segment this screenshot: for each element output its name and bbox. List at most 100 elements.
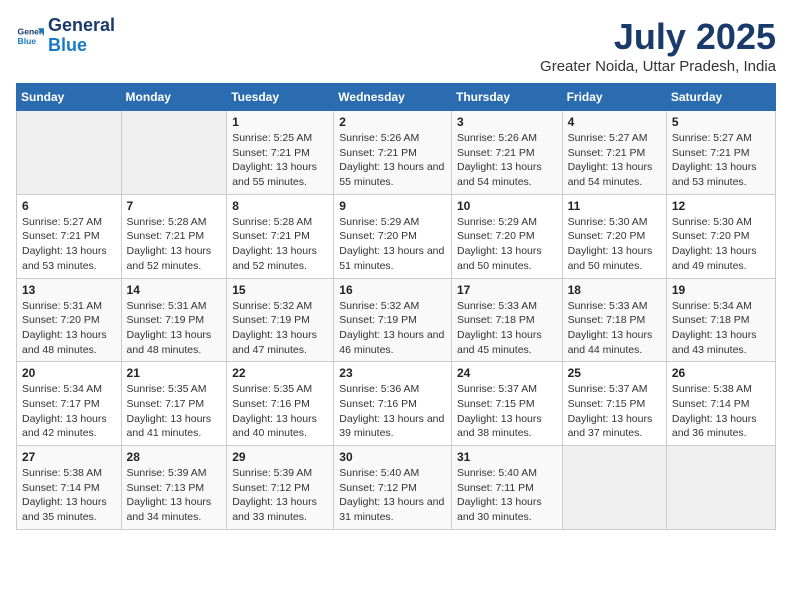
header-monday: Monday — [121, 84, 227, 111]
day-number: 11 — [568, 199, 661, 213]
day-info: Sunrise: 5:37 AM Sunset: 7:15 PM Dayligh… — [568, 382, 661, 441]
calendar-day-cell: 6Sunrise: 5:27 AM Sunset: 7:21 PM Daylig… — [17, 194, 122, 278]
day-info: Sunrise: 5:32 AM Sunset: 7:19 PM Dayligh… — [339, 299, 446, 358]
day-info: Sunrise: 5:33 AM Sunset: 7:18 PM Dayligh… — [457, 299, 557, 358]
page-header: General Blue General Blue July 2025 Grea… — [16, 16, 776, 75]
day-info: Sunrise: 5:38 AM Sunset: 7:14 PM Dayligh… — [672, 382, 770, 441]
day-info: Sunrise: 5:35 AM Sunset: 7:16 PM Dayligh… — [232, 382, 328, 441]
day-info: Sunrise: 5:31 AM Sunset: 7:20 PM Dayligh… — [22, 299, 116, 358]
day-number: 6 — [22, 199, 116, 213]
calendar-week-row: 1 Sunrise: 5:25 AM Sunset: 7:21 PM Daylig… — [17, 111, 776, 195]
calendar-day-cell — [666, 446, 775, 530]
day-info: Sunrise: 5:29 AM Sunset: 7:20 PM Dayligh… — [339, 215, 446, 274]
month-year-title: July 2025 — [540, 16, 776, 58]
day-number: 31 — [457, 450, 557, 464]
day-number: 17 — [457, 283, 557, 297]
day-number: 15 — [232, 283, 328, 297]
day-number: 5 — [672, 115, 770, 129]
header-tuesday: Tuesday — [227, 84, 334, 111]
calendar-week-row: 27 Sunrise: 5:38 AM Sunset: 7:14 PM Dayli… — [17, 446, 776, 530]
header-friday: Friday — [562, 84, 666, 111]
day-number: 23 — [339, 366, 446, 380]
day-number: 8 — [232, 199, 328, 213]
day-number: 30 — [339, 450, 446, 464]
calendar-day-cell: 27 Sunrise: 5:38 AM Sunset: 7:14 PM Dayli… — [17, 446, 122, 530]
day-info: Sunrise: 5:26 AM Sunset: 7:21 PM Dayligh… — [339, 131, 446, 190]
calendar-day-cell: 19Sunrise: 5:34 AM Sunset: 7:18 PM Dayli… — [666, 278, 775, 362]
calendar-table: Sunday Monday Tuesday Wednesday Thursday… — [16, 83, 776, 530]
calendar-day-cell: 26Sunrise: 5:38 AM Sunset: 7:14 PM Dayli… — [666, 362, 775, 446]
day-info: Sunrise: 5:37 AM Sunset: 7:15 PM Dayligh… — [457, 382, 557, 441]
calendar-day-cell: 11 Sunrise: 5:30 AM Sunset: 7:20 PM Dayli… — [562, 194, 666, 278]
calendar-week-row: 13Sunrise: 5:31 AM Sunset: 7:20 PM Dayli… — [17, 278, 776, 362]
header-thursday: Thursday — [451, 84, 562, 111]
calendar-body: 1 Sunrise: 5:25 AM Sunset: 7:21 PM Daylig… — [17, 111, 776, 530]
day-number: 20 — [22, 366, 116, 380]
day-info: Sunrise: 5:39 AM Sunset: 7:13 PM Dayligh… — [127, 466, 222, 525]
logo-blue: Blue — [48, 36, 115, 56]
day-info: Sunrise: 5:40 AM Sunset: 7:11 PM Dayligh… — [457, 466, 557, 525]
calendar-day-cell: 17 Sunrise: 5:33 AM Sunset: 7:18 PM Dayli… — [451, 278, 562, 362]
calendar-day-cell: 20Sunrise: 5:34 AM Sunset: 7:17 PM Dayli… — [17, 362, 122, 446]
calendar-day-cell: 9 Sunrise: 5:29 AM Sunset: 7:20 PM Daylig… — [334, 194, 452, 278]
calendar-day-cell: 23 Sunrise: 5:36 AM Sunset: 7:16 PM Dayli… — [334, 362, 452, 446]
day-info: Sunrise: 5:29 AM Sunset: 7:20 PM Dayligh… — [457, 215, 557, 274]
calendar-day-cell: 4 Sunrise: 5:27 AM Sunset: 7:21 PM Daylig… — [562, 111, 666, 195]
logo-general: General — [48, 16, 115, 36]
day-info: Sunrise: 5:28 AM Sunset: 7:21 PM Dayligh… — [127, 215, 222, 274]
day-info: Sunrise: 5:40 AM Sunset: 7:12 PM Dayligh… — [339, 466, 446, 525]
day-info: Sunrise: 5:26 AM Sunset: 7:21 PM Dayligh… — [457, 131, 557, 190]
day-info: Sunrise: 5:38 AM Sunset: 7:14 PM Dayligh… — [22, 466, 116, 525]
day-info: Sunrise: 5:28 AM Sunset: 7:21 PM Dayligh… — [232, 215, 328, 274]
day-number: 21 — [127, 366, 222, 380]
calendar-day-cell — [562, 446, 666, 530]
calendar-day-cell: 31 Sunrise: 5:40 AM Sunset: 7:11 PM Dayli… — [451, 446, 562, 530]
day-number: 14 — [127, 283, 222, 297]
location-subtitle: Greater Noida, Uttar Pradesh, India — [540, 58, 776, 75]
day-number: 22 — [232, 366, 328, 380]
day-info: Sunrise: 5:25 AM Sunset: 7:21 PM Dayligh… — [232, 131, 328, 190]
day-info: Sunrise: 5:27 AM Sunset: 7:21 PM Dayligh… — [672, 131, 770, 190]
day-number: 7 — [127, 199, 222, 213]
day-info: Sunrise: 5:34 AM Sunset: 7:18 PM Dayligh… — [672, 299, 770, 358]
day-info: Sunrise: 5:36 AM Sunset: 7:16 PM Dayligh… — [339, 382, 446, 441]
day-number: 25 — [568, 366, 661, 380]
header-saturday: Saturday — [666, 84, 775, 111]
calendar-day-cell: 14 Sunrise: 5:31 AM Sunset: 7:19 PM Dayli… — [121, 278, 227, 362]
day-info: Sunrise: 5:27 AM Sunset: 7:21 PM Dayligh… — [568, 131, 661, 190]
day-info: Sunrise: 5:33 AM Sunset: 7:18 PM Dayligh… — [568, 299, 661, 358]
day-info: Sunrise: 5:39 AM Sunset: 7:12 PM Dayligh… — [232, 466, 328, 525]
svg-text:General: General — [18, 26, 44, 36]
calendar-day-cell: 16 Sunrise: 5:32 AM Sunset: 7:19 PM Dayli… — [334, 278, 452, 362]
calendar-day-cell: 15 Sunrise: 5:32 AM Sunset: 7:19 PM Dayli… — [227, 278, 334, 362]
day-number: 4 — [568, 115, 661, 129]
calendar-day-cell: 10Sunrise: 5:29 AM Sunset: 7:20 PM Dayli… — [451, 194, 562, 278]
calendar-header-row: Sunday Monday Tuesday Wednesday Thursday… — [17, 84, 776, 111]
day-number: 3 — [457, 115, 557, 129]
calendar-day-cell: 2 Sunrise: 5:26 AM Sunset: 7:21 PM Daylig… — [334, 111, 452, 195]
day-info: Sunrise: 5:30 AM Sunset: 7:20 PM Dayligh… — [568, 215, 661, 274]
day-number: 16 — [339, 283, 446, 297]
day-number: 24 — [457, 366, 557, 380]
day-info: Sunrise: 5:32 AM Sunset: 7:19 PM Dayligh… — [232, 299, 328, 358]
calendar-day-cell: 22 Sunrise: 5:35 AM Sunset: 7:16 PM Dayli… — [227, 362, 334, 446]
calendar-day-cell: 30 Sunrise: 5:40 AM Sunset: 7:12 PM Dayli… — [334, 446, 452, 530]
day-info: Sunrise: 5:31 AM Sunset: 7:19 PM Dayligh… — [127, 299, 222, 358]
calendar-week-row: 20Sunrise: 5:34 AM Sunset: 7:17 PM Dayli… — [17, 362, 776, 446]
calendar-day-cell: 8 Sunrise: 5:28 AM Sunset: 7:21 PM Daylig… — [227, 194, 334, 278]
day-number: 27 — [22, 450, 116, 464]
svg-text:Blue: Blue — [18, 36, 37, 46]
day-number: 1 — [232, 115, 328, 129]
day-info: Sunrise: 5:35 AM Sunset: 7:17 PM Dayligh… — [127, 382, 222, 441]
calendar-day-cell: 7 Sunrise: 5:28 AM Sunset: 7:21 PM Daylig… — [121, 194, 227, 278]
calendar-day-cell — [121, 111, 227, 195]
calendar-day-cell — [17, 111, 122, 195]
day-number: 2 — [339, 115, 446, 129]
day-info: Sunrise: 5:30 AM Sunset: 7:20 PM Dayligh… — [672, 215, 770, 274]
header-sunday: Sunday — [17, 84, 122, 111]
day-number: 9 — [339, 199, 446, 213]
title-block: July 2025 Greater Noida, Uttar Pradesh, … — [540, 16, 776, 75]
header-wednesday: Wednesday — [334, 84, 452, 111]
calendar-day-cell: 28Sunrise: 5:39 AM Sunset: 7:13 PM Dayli… — [121, 446, 227, 530]
calendar-week-row: 6Sunrise: 5:27 AM Sunset: 7:21 PM Daylig… — [17, 194, 776, 278]
